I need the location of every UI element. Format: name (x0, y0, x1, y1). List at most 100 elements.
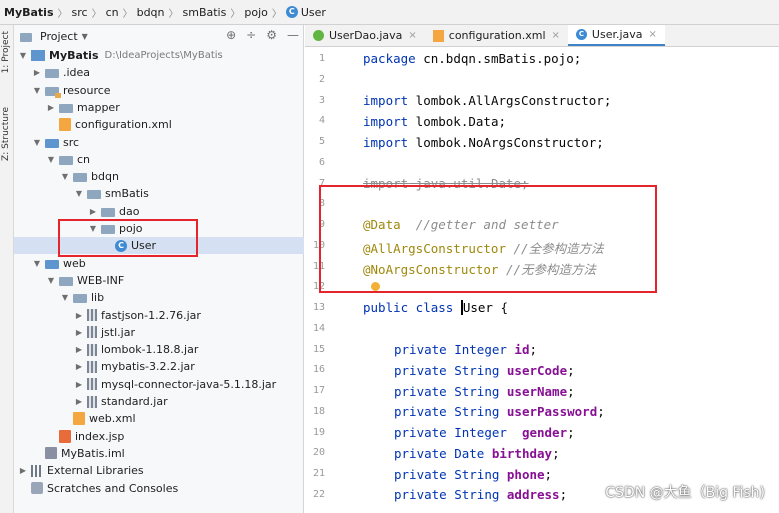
breadcrumb-item-smbatis[interactable]: smBatis (183, 6, 227, 19)
tree-item[interactable]: ▶ fastjson-1.2.76.jar (14, 307, 304, 324)
breadcrumb-separator: 〉 (230, 8, 241, 20)
tree-item[interactable]: ▼ lib (14, 289, 304, 306)
tree-item[interactable]: ▶ mapper (14, 99, 304, 116)
tree-item-label: mapper (77, 100, 120, 114)
breadcrumb-item-src[interactable]: src (72, 6, 88, 19)
close-icon[interactable]: × (649, 29, 657, 40)
collapse-all-icon[interactable]: ÷ (246, 28, 256, 42)
chevron-down-icon[interactable]: ▼ (18, 51, 28, 60)
chevron-right-icon[interactable]: ▶ (74, 328, 84, 337)
tree-item[interactable]: ▶ mysql-connector-java-5.1.18.jar (14, 376, 304, 393)
code-line: import lombok.Data; (363, 114, 506, 129)
tree-item[interactable]: index.jsp (14, 428, 304, 445)
chevron-down-icon[interactable]: ▼ (32, 138, 42, 147)
breadcrumb-item-cn[interactable]: cn (106, 6, 119, 19)
scratches-icon (31, 482, 43, 494)
line-number: 17 (312, 385, 325, 396)
project-tool-button[interactable]: 1: Project (1, 31, 11, 73)
tree-item[interactable]: ▶ lombok-1.18.8.jar (14, 341, 304, 358)
line-number: 15 (312, 343, 325, 355)
tree-item[interactable]: web.xml (14, 410, 304, 427)
breadcrumb-item-bdqn[interactable]: bdqn (137, 6, 165, 19)
chevron-down-icon[interactable]: ▼ (60, 172, 70, 181)
tree-item-label: cn (77, 152, 91, 166)
code-editor[interactable]: 1 2 3 4 5 6 7 8 9 10 11 12 13 14 15 16 17 18 19 20 21 22 pack… (305, 47, 779, 513)
folder-icon (73, 173, 87, 183)
tree-item[interactable]: ▶ dao (14, 203, 304, 220)
locate-icon[interactable]: ⊕ (226, 28, 236, 42)
tree-item[interactable]: MyBatis.iml (14, 445, 304, 462)
jar-icon (87, 360, 97, 373)
tree-item-label: mybatis-3.2.2.jar (101, 360, 195, 374)
breadcrumb-item-project[interactable]: MyBatis (4, 6, 54, 19)
module-file-icon (45, 447, 57, 460)
chevron-right-icon[interactable]: ▶ (18, 466, 28, 475)
code-line: package cn.bdqn.smBatis.pojo; (363, 51, 582, 66)
tree-item[interactable]: ▼ bdqn (14, 168, 304, 185)
tree-item[interactable]: ▼ smBatis (14, 185, 304, 202)
tab-user[interactable]: C User.java × (567, 25, 665, 46)
line-number: 18 (312, 405, 325, 417)
tree-item[interactable]: ▶ External Libraries (14, 462, 304, 479)
tree-highlight-box (58, 219, 198, 257)
folder-icon (59, 155, 73, 165)
tree-item[interactable]: ▶ standard.jar (14, 393, 304, 410)
chevron-right-icon[interactable]: ▶ (74, 397, 84, 406)
chevron-down-icon[interactable]: ▼ (46, 155, 56, 164)
chevron-down-icon[interactable]: ▼ (74, 189, 84, 198)
chevron-down-icon[interactable]: ▼ (60, 293, 70, 302)
tab-userdao[interactable]: UserDao.java × (305, 25, 425, 46)
breadcrumb-item-user[interactable]: User (301, 6, 326, 19)
chevron-down-icon[interactable]: ▼ (82, 32, 88, 41)
chevron-down-icon[interactable]: ▼ (32, 259, 42, 268)
tree-item[interactable]: ▶ .idea (14, 64, 304, 81)
structure-tool-button[interactable]: Z: Structure (1, 107, 11, 161)
chevron-right-icon[interactable]: ▶ (88, 207, 98, 216)
tree-item-label: WEB-INF (77, 273, 125, 287)
project-view-selector[interactable]: Project (40, 30, 78, 43)
code-line: import lombok.AllArgsConstructor; (363, 93, 612, 108)
line-number: 22 (312, 488, 325, 500)
tree-item[interactable]: ▶ jstl.jar (14, 324, 304, 341)
project-folder-icon (31, 50, 45, 61)
chevron-right-icon[interactable]: ▶ (74, 311, 84, 320)
chevron-down-icon[interactable]: ▼ (32, 86, 42, 95)
hide-panel-icon[interactable]: — (287, 28, 299, 42)
chevron-right-icon[interactable]: ▶ (32, 68, 42, 77)
tab-configuration[interactable]: configuration.xml × (425, 25, 568, 46)
tree-item[interactable]: ▼ cn (14, 151, 304, 168)
chevron-right-icon[interactable]: ▶ (74, 362, 84, 371)
tree-item-label: MyBatis.iml (61, 446, 125, 460)
chevron-right-icon[interactable]: ▶ (74, 345, 84, 354)
tree-item[interactable]: configuration.xml (14, 116, 304, 133)
gear-icon[interactable]: ⚙ (266, 28, 277, 42)
jsp-file-icon (59, 429, 71, 443)
line-number: 6 (318, 156, 325, 168)
code-line-field: private String phone; (394, 466, 553, 482)
annotation-highlight-box (319, 185, 657, 293)
tree-item[interactable]: ▼ src (14, 134, 304, 151)
chevron-right-icon[interactable]: ▶ (46, 103, 56, 112)
tree-item-label: lib (91, 291, 105, 305)
chevron-down-icon[interactable]: ▼ (46, 276, 56, 285)
folder-icon (59, 103, 73, 113)
tree-item[interactable]: ▼ resource (14, 82, 304, 99)
breadcrumb-item-pojo[interactable]: pojo (244, 6, 268, 19)
tree-item-label: fastjson-1.2.76.jar (101, 308, 201, 322)
editor-tabs: UserDao.java × configuration.xml × C Use… (305, 25, 779, 47)
breadcrumb-separator: 〉 (122, 8, 133, 20)
tree-item-label: Scratches and Consoles (47, 481, 179, 495)
tree-item[interactable]: ▼ MyBatis D:\IdeaProjects\MyBatis (14, 47, 304, 64)
tree-item-label: standard.jar (101, 395, 168, 408)
close-icon[interactable]: × (552, 30, 560, 41)
close-icon[interactable]: × (408, 30, 416, 41)
tree-item[interactable]: ▼ web (14, 255, 304, 272)
class-icon: C (285, 6, 298, 18)
tree-item[interactable]: Scratches and Consoles (14, 480, 304, 497)
tree-item-label: MyBatis (49, 49, 99, 62)
class-icon: C (575, 29, 587, 40)
tree-item[interactable]: ▶ mybatis-3.2.2.jar (14, 358, 304, 375)
tree-item[interactable]: ▼ WEB-INF (14, 272, 304, 289)
tree-item-label: web.xml (89, 412, 136, 426)
chevron-right-icon[interactable]: ▶ (74, 380, 84, 389)
